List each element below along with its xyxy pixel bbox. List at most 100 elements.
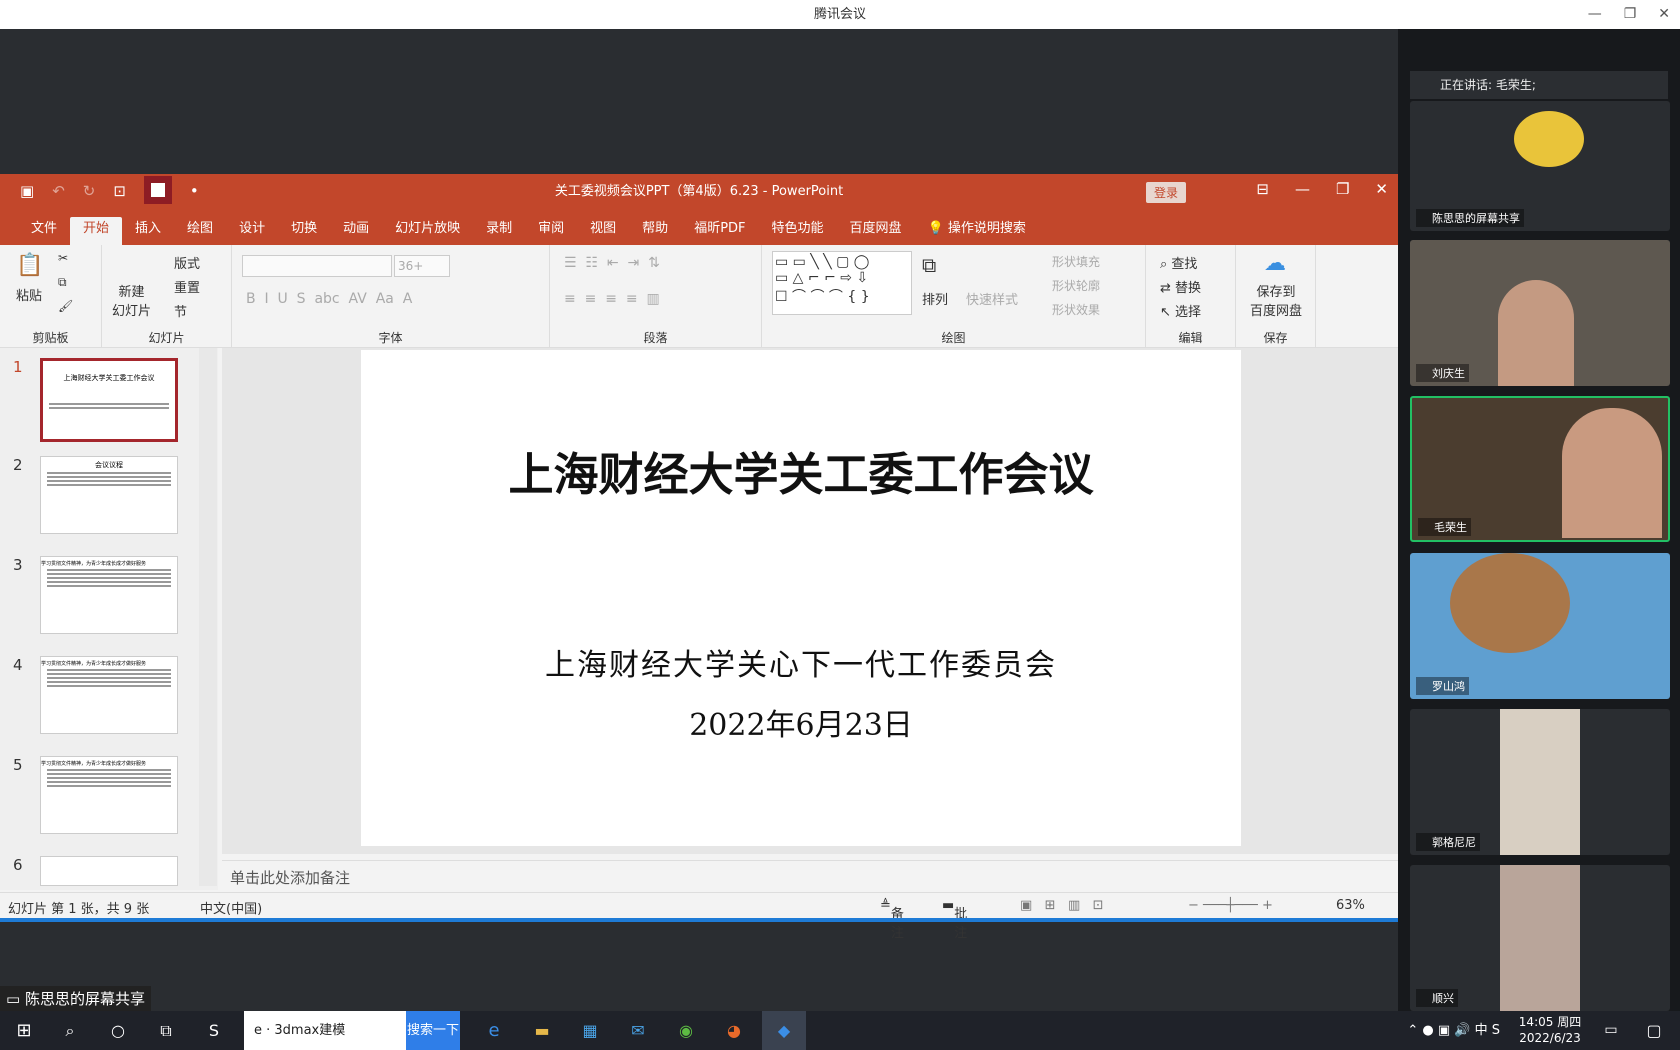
- tab-help[interactable]: 帮助: [629, 217, 681, 245]
- ribbon-tabs: 文件 开始 插入 绘图 设计 切换 动画 幻灯片放映 录制 审阅 视图 帮助 福…: [0, 209, 1398, 245]
- mail-icon[interactable]: ✉: [620, 1011, 656, 1050]
- copy-icon[interactable]: ⧉: [58, 275, 67, 290]
- list-icons[interactable]: ☰ ☷ ⇤ ⇥ ⇅: [564, 255, 660, 271]
- tab-file[interactable]: 文件: [18, 217, 70, 245]
- shape-fill-button[interactable]: 形状填充: [1052, 253, 1100, 270]
- participant-tile[interactable]: 刘庆生: [1410, 240, 1670, 386]
- minimize-button[interactable]: —: [1588, 0, 1602, 29]
- participant-name: 罗山鸿: [1416, 677, 1469, 695]
- arrange-icon[interactable]: ⧉: [922, 253, 936, 277]
- current-slide[interactable]: 上海财经大学关工委工作会议 上海财经大学关心下一代工作委员会 2022年6月23…: [361, 350, 1241, 846]
- align-icons[interactable]: ≡ ≡ ≡ ≡ ▥: [564, 291, 660, 307]
- participant-tile[interactable]: 陈思思的屏幕共享: [1410, 101, 1670, 231]
- save-group: ☁ 保存到 百度网盘 保存: [1236, 245, 1316, 348]
- slide-thumb-4[interactable]: 学习贯彻文件精神，为青少年成长成才做好服务: [40, 656, 178, 734]
- baidu-cloud-icon[interactable]: ☁: [1264, 251, 1286, 276]
- notes-pane[interactable]: 单击此处添加备注: [222, 860, 1398, 892]
- app-s-icon[interactable]: S: [196, 1011, 232, 1050]
- start-icon[interactable]: ⊞: [6, 1011, 42, 1050]
- notification-icon[interactable]: ▢: [1636, 1011, 1672, 1050]
- save-to-baidu-button[interactable]: 保存到 百度网盘: [1250, 281, 1302, 319]
- shape-effects-button[interactable]: 形状效果: [1052, 301, 1100, 318]
- thumbnail-scrollbar[interactable]: [199, 348, 217, 886]
- thumb-title: 学习贯彻文件精神，为青少年成长成才做好服务: [41, 761, 147, 767]
- participant-tile[interactable]: 郭格尼尼: [1410, 709, 1670, 855]
- font-style-icons[interactable]: B I U S abc AV Aa A: [246, 291, 412, 307]
- comments-toggle[interactable]: ▬ 批注: [942, 898, 967, 941]
- ribbon-display-icon[interactable]: ⊟: [1256, 180, 1269, 198]
- edge-icon[interactable]: e: [476, 1011, 512, 1050]
- cortana-icon[interactable]: ○: [100, 1011, 136, 1050]
- zoom-slider[interactable]: − ───┼─── +: [1188, 898, 1273, 913]
- language[interactable]: 中文(中国): [200, 898, 262, 917]
- quick-styles-button[interactable]: 快速样式: [966, 289, 1018, 308]
- paste-button[interactable]: 粘贴: [16, 285, 42, 304]
- arrange-button[interactable]: 排列: [922, 289, 948, 308]
- desktop-icon[interactable]: ▭: [1596, 1011, 1626, 1050]
- task-view-icon[interactable]: ⧉: [148, 1011, 184, 1050]
- tab-review[interactable]: 审阅: [525, 217, 577, 245]
- font-name-box[interactable]: [242, 255, 392, 277]
- participant-tile[interactable]: 顺兴: [1410, 865, 1670, 1011]
- tab-view[interactable]: 视图: [577, 217, 629, 245]
- zoom-level[interactable]: 63%: [1336, 898, 1365, 913]
- reset-button[interactable]: 重置: [174, 277, 200, 296]
- slide-thumb-1[interactable]: 上海财经大学关工委工作会议: [40, 358, 178, 442]
- select-button[interactable]: ↖ 选择: [1160, 301, 1201, 320]
- slide-thumb-6[interactable]: [40, 856, 178, 886]
- tencent-meeting-icon[interactable]: ◆: [762, 1011, 806, 1050]
- ppt-minimize-icon[interactable]: —: [1295, 180, 1310, 198]
- tab-features[interactable]: 特色功能: [759, 217, 837, 245]
- video-feed: [1498, 280, 1574, 386]
- tab-transitions[interactable]: 切换: [278, 217, 330, 245]
- ime-indicator[interactable]: 中: [1475, 1023, 1488, 1038]
- tab-foxit[interactable]: 福昕PDF: [681, 217, 758, 245]
- view-buttons[interactable]: ▣ ⊞ ▥ ⊡: [1020, 898, 1104, 913]
- tab-design[interactable]: 设计: [226, 217, 278, 245]
- slide-thumb-2[interactable]: 会议议程: [40, 456, 178, 534]
- close-button[interactable]: ✕: [1658, 0, 1670, 29]
- slide-thumb-3[interactable]: 学习贯彻文件精神，为青少年成长成才做好服务: [40, 556, 178, 634]
- section-button[interactable]: 节: [174, 301, 187, 320]
- screen-share-label: ▭ 陈思思的屏幕共享: [0, 986, 151, 1011]
- ppt-close-icon[interactable]: ✕: [1375, 180, 1388, 198]
- browser-search-box[interactable]: e · 3dmax建模: [244, 1011, 406, 1050]
- tell-me-search[interactable]: 💡 操作说明搜索: [915, 217, 1039, 245]
- tab-animations[interactable]: 动画: [330, 217, 382, 245]
- font-size-box[interactable]: 36+: [394, 255, 450, 277]
- tab-baidu[interactable]: 百度网盘: [837, 217, 915, 245]
- tab-draw[interactable]: 绘图: [174, 217, 226, 245]
- participant-tile-active[interactable]: 毛荣生: [1410, 396, 1670, 542]
- maximize-button[interactable]: ❐: [1624, 0, 1637, 29]
- browser-search-text: 3dmax建模: [274, 1023, 346, 1038]
- new-slide-button[interactable]: 新建 幻灯片: [112, 281, 151, 319]
- participant-tile[interactable]: 罗山鸿: [1410, 553, 1670, 699]
- search-icon[interactable]: ⌕: [52, 1011, 88, 1050]
- find-button[interactable]: ⌕ 查找: [1160, 253, 1197, 272]
- shape-outline-button[interactable]: 形状轮廓: [1052, 277, 1100, 294]
- cut-icon[interactable]: ✂: [58, 251, 68, 265]
- status-bar: 幻灯片 第 1 张，共 9 张 中文(中国) ≜ 备注 ▬ 批注 ▣ ⊞ ▥ ⊡…: [0, 892, 1398, 941]
- tab-slideshow[interactable]: 幻灯片放映: [382, 217, 473, 245]
- tab-home[interactable]: 开始: [70, 217, 123, 245]
- firefox-icon[interactable]: ◕: [716, 1011, 752, 1050]
- slide-thumb-5[interactable]: 学习贯彻文件精神，为青少年成长成才做好服务: [40, 756, 178, 834]
- format-painter-icon[interactable]: 🖌: [58, 299, 73, 313]
- thumb-title: 上海财经大学关工委工作会议: [63, 374, 155, 382]
- paste-icon[interactable]: 📋: [16, 253, 43, 278]
- store-icon[interactable]: ▦: [572, 1011, 608, 1050]
- tab-insert[interactable]: 插入: [122, 217, 174, 245]
- clock[interactable]: 14:05 周四 2022/6/23: [1518, 1014, 1582, 1046]
- shapes-gallery[interactable]: ▭ ▭ ╲ ╲ ▢ ◯ ▭ △ ⌐ ⌐ ⇨ ⇩ ☐ ⌒ ⌒ ⌒ { }: [772, 251, 912, 315]
- explorer-icon[interactable]: ▬: [524, 1011, 560, 1050]
- search-button[interactable]: 搜索一下: [406, 1011, 460, 1050]
- browser360-icon[interactable]: ◉: [668, 1011, 704, 1050]
- participant-name: 陈思思的屏幕共享: [1416, 209, 1524, 227]
- layout-button[interactable]: 版式: [174, 253, 200, 272]
- notes-toggle[interactable]: ≜ 备注: [880, 898, 904, 941]
- ppt-restore-icon[interactable]: ❐: [1336, 180, 1349, 198]
- replace-button[interactable]: ⇄ 替换: [1160, 277, 1201, 296]
- login-button[interactable]: 登录: [1146, 182, 1187, 203]
- system-tray-icons[interactable]: ⌃ ● ▣ 🔊 中 S: [1360, 1011, 1500, 1050]
- tab-record[interactable]: 录制: [473, 217, 525, 245]
